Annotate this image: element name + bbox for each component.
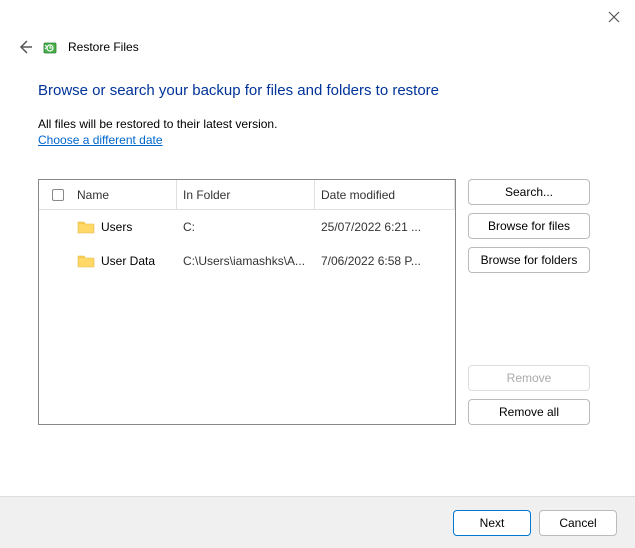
folder-icon [77, 254, 95, 268]
search-button[interactable]: Search... [468, 179, 590, 205]
table-row[interactable]: Users C: 25/07/2022 6:21 ... [39, 210, 455, 244]
main-heading: Browse or search your backup for files a… [38, 82, 605, 99]
column-header-date[interactable]: Date modified [315, 180, 455, 209]
remove-all-button[interactable]: Remove all [468, 399, 590, 425]
window-title: Restore Files [68, 40, 139, 54]
row-name: Users [101, 220, 132, 234]
row-folder: C: [177, 220, 315, 234]
browse-folders-button[interactable]: Browse for folders [468, 247, 590, 273]
row-folder: C:\Users\iamashks\A... [177, 254, 315, 268]
content-area: Browse or search your backup for files a… [38, 82, 605, 425]
select-all-checkbox[interactable] [52, 189, 64, 201]
side-buttons: Search... Browse for files Browse for fo… [468, 179, 590, 425]
folder-icon [77, 220, 95, 234]
list-header: Name In Folder Date modified [39, 180, 455, 210]
row-date: 7/06/2022 6:58 P... [315, 254, 455, 268]
row-name: User Data [101, 254, 155, 268]
remove-button: Remove [468, 365, 590, 391]
subtext: All files will be restored to their late… [38, 117, 605, 131]
cancel-button[interactable]: Cancel [539, 510, 617, 536]
restore-files-icon [42, 38, 60, 56]
close-button[interactable] [605, 8, 623, 26]
column-header-name[interactable]: Name [77, 180, 177, 209]
choose-date-link[interactable]: Choose a different date [38, 133, 163, 147]
footer: Next Cancel [0, 496, 635, 548]
column-header-folder[interactable]: In Folder [177, 180, 315, 209]
file-list: Name In Folder Date modified Users C: 25… [38, 179, 456, 425]
browse-files-button[interactable]: Browse for files [468, 213, 590, 239]
next-button[interactable]: Next [453, 510, 531, 536]
table-row[interactable]: User Data C:\Users\iamashks\A... 7/06/20… [39, 244, 455, 278]
back-button[interactable] [16, 38, 34, 56]
row-date: 25/07/2022 6:21 ... [315, 220, 455, 234]
header: Restore Files [16, 38, 139, 56]
